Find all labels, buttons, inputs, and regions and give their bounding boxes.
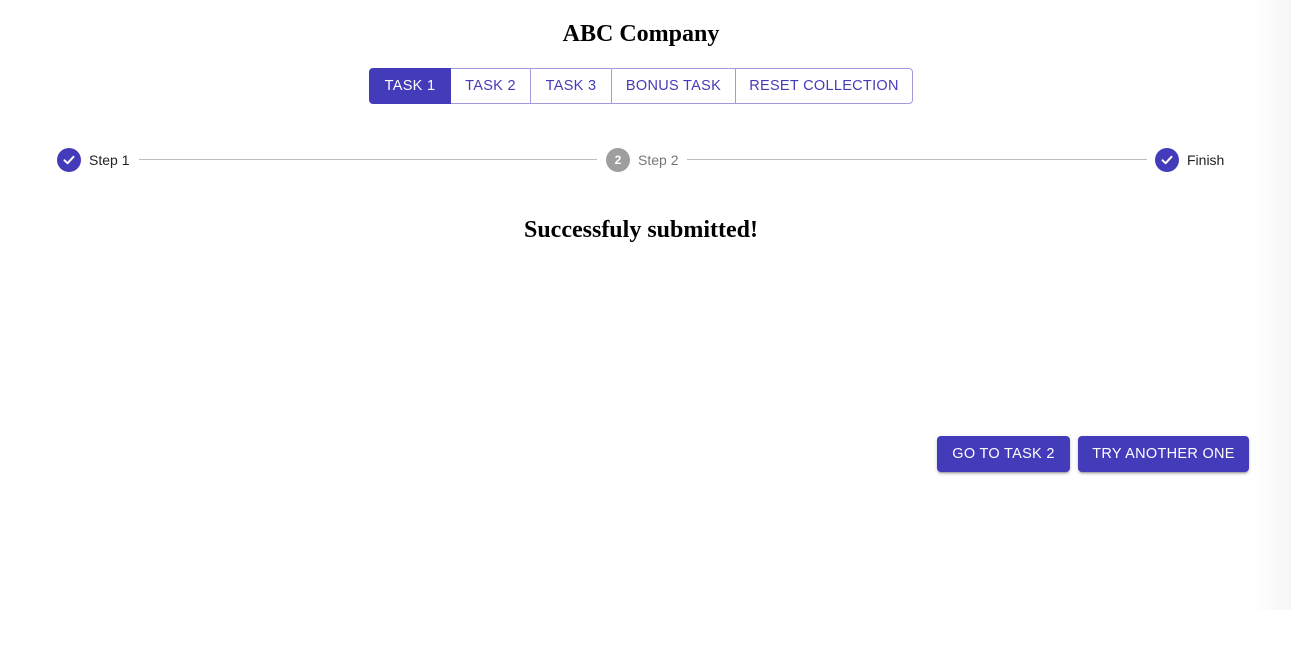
- check-icon: [1155, 148, 1179, 172]
- tab-task-1[interactable]: TASK 1: [369, 68, 451, 104]
- step-connector: [687, 159, 1147, 160]
- tab-task-3[interactable]: TASK 3: [531, 68, 612, 104]
- success-message: Successfuly submitted!: [523, 217, 758, 243]
- step-label: Finish: [1187, 152, 1225, 168]
- stepper: Step 1 2 Step 2 Finish: [57, 148, 1225, 172]
- step-label: Step 1: [89, 152, 130, 168]
- page-edge-shadow: [1251, 0, 1291, 610]
- check-icon: [57, 148, 81, 172]
- step-label: Step 2: [638, 152, 679, 168]
- step-number-icon: 2: [606, 148, 630, 172]
- task-tab-group: TASK 1 TASK 2 TASK 3 BONUS TASK RESET CO…: [369, 68, 913, 104]
- page-title: ABC Company: [562, 21, 720, 47]
- step-finish: Finish: [1155, 148, 1224, 172]
- tab-bonus-task[interactable]: BONUS TASK: [612, 68, 736, 104]
- try-another-button[interactable]: TRY ANOTHER ONE: [1078, 436, 1249, 472]
- step-connector: [139, 159, 597, 160]
- tab-reset-collection[interactable]: RESET COLLECTION: [736, 68, 913, 104]
- tab-task-2[interactable]: TASK 2: [451, 68, 531, 104]
- step-2: 2 Step 2: [606, 148, 678, 172]
- step-1: Step 1: [57, 148, 129, 172]
- go-to-task-2-button[interactable]: GO TO TASK 2: [937, 436, 1070, 472]
